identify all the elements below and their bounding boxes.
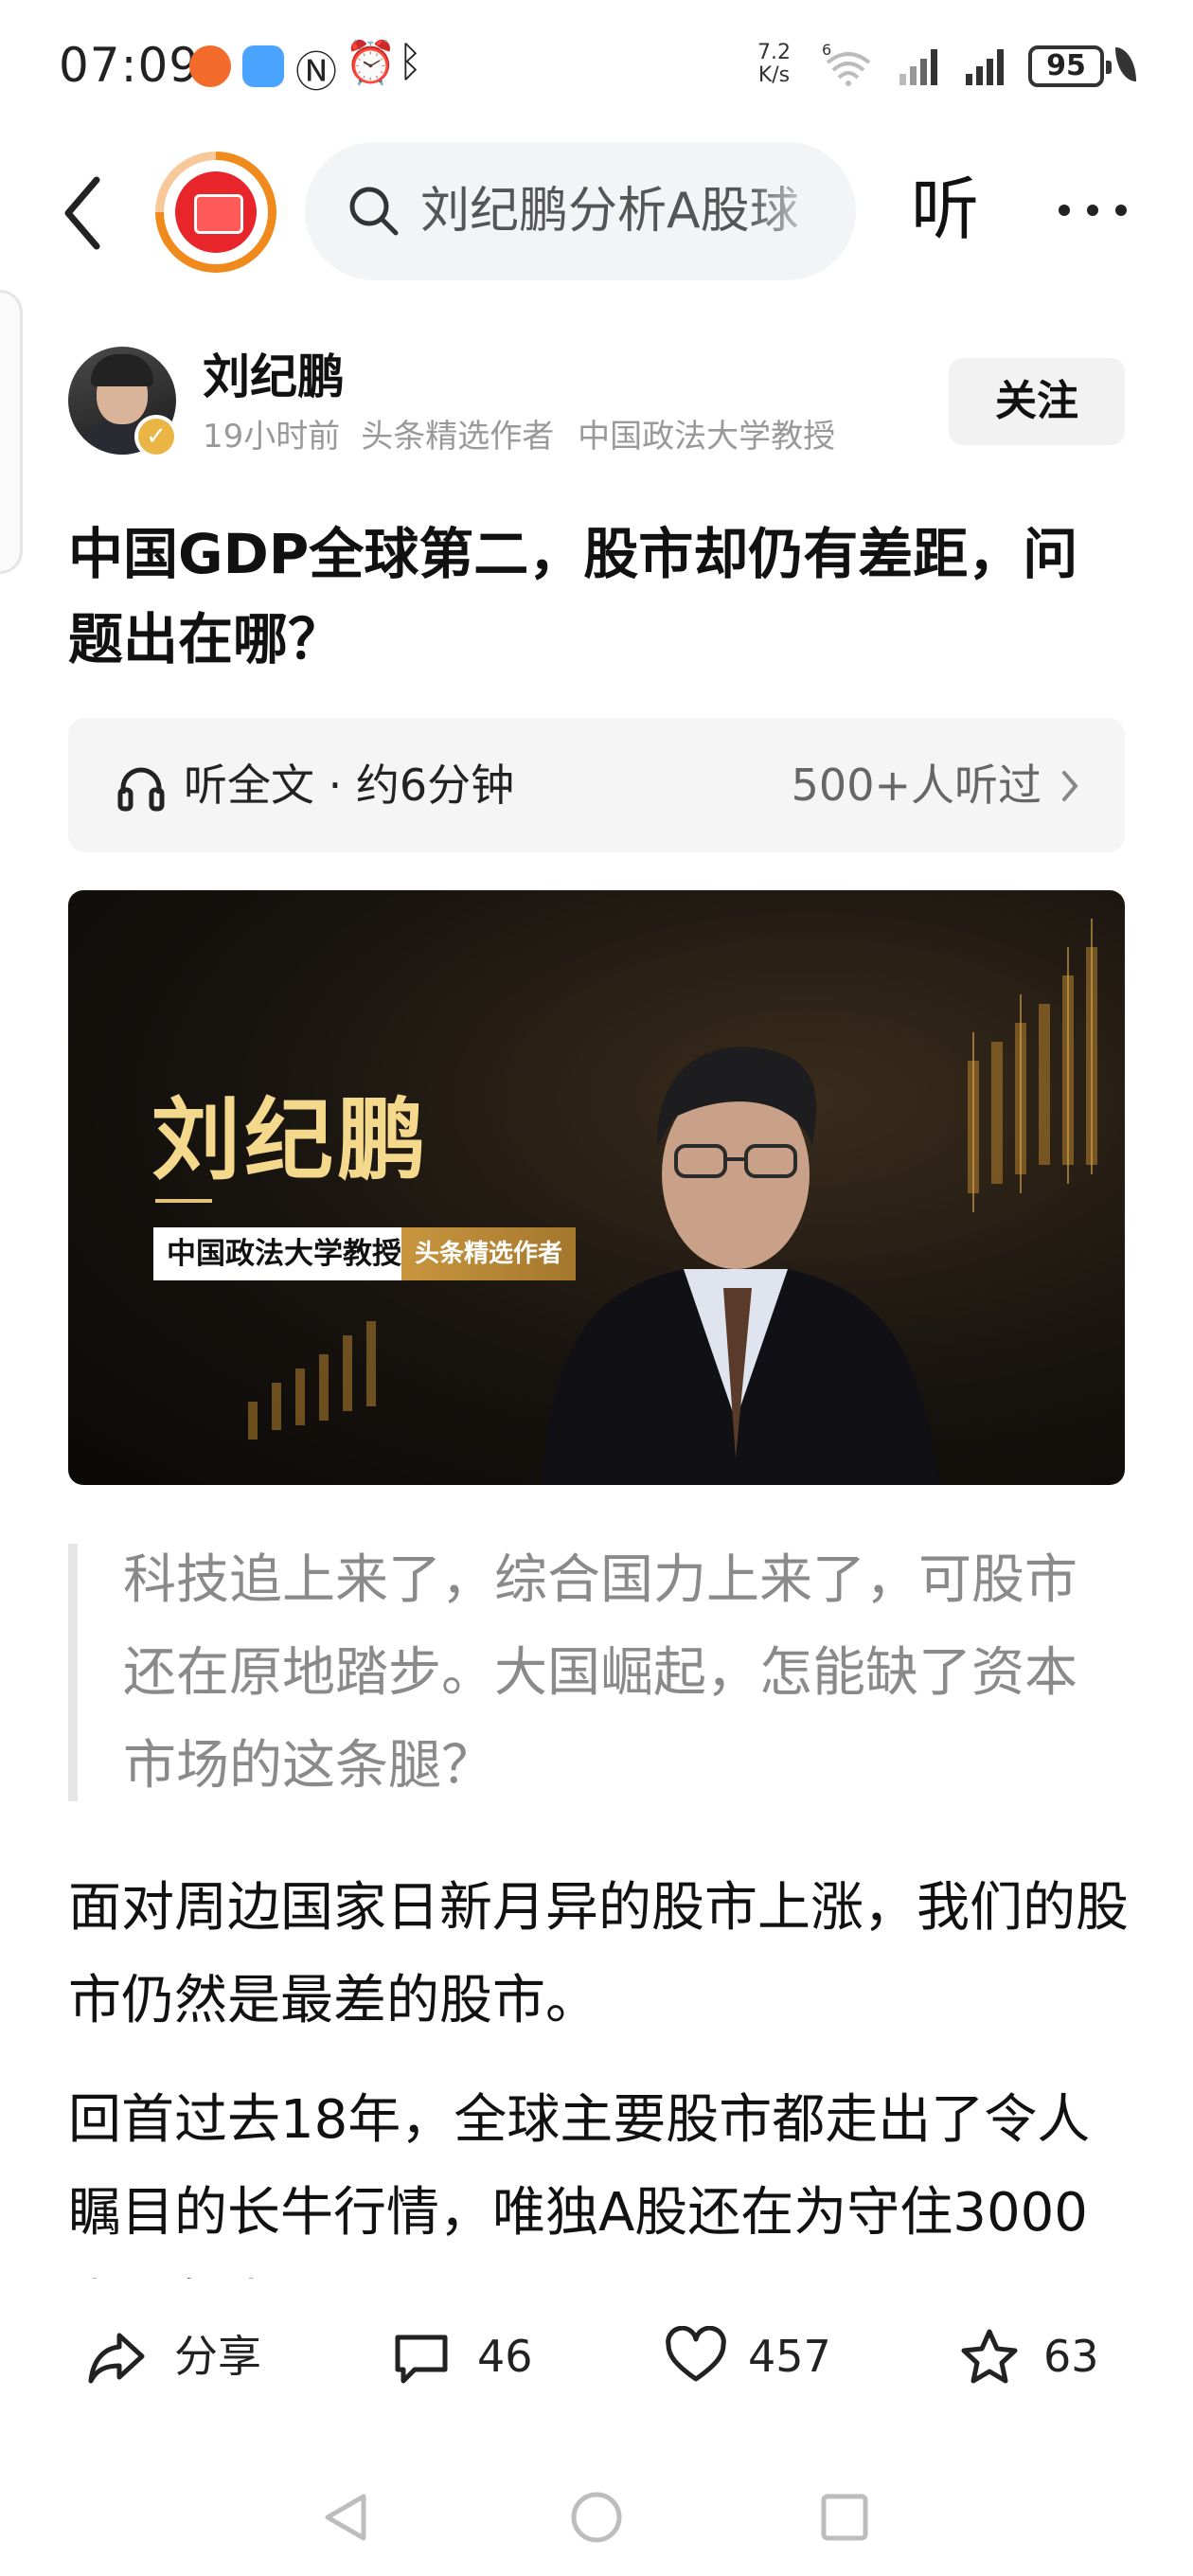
battery-indicator: 95 — [1028, 45, 1112, 87]
comment-count: 46 — [477, 2331, 533, 2382]
red-envelope-icon — [175, 171, 257, 253]
like-count: 457 — [748, 2331, 831, 2382]
chevron-left-icon[interactable] — [55, 170, 112, 256]
cover-name: 刘纪鹏 — [151, 1089, 431, 1192]
bluetooth-icon: ᛒ — [398, 38, 423, 86]
network-speed-unit: K/s — [757, 63, 791, 87]
bottom-action-bar: 分享 46 457 63 — [0, 2279, 1193, 2459]
article-paragraph: 回首过去18年，全球主要股市都走出了令人瞩目的长牛行情，唯独A股还在为守住300… — [68, 2089, 1091, 2279]
share-label: 分享 — [174, 2331, 261, 2382]
wifi-icon: 6 — [822, 42, 871, 86]
side-edge-handle[interactable] — [0, 290, 23, 574]
network-speed: 7.2 K/s — [757, 42, 791, 87]
listen-full-text-bar[interactable]: 听全文 · 约6分钟 500+人听过 — [68, 718, 1125, 852]
listen-button[interactable]: 听 — [911, 167, 979, 252]
quote-bar — [68, 1544, 78, 1801]
author-name[interactable]: 刘纪鹏 — [203, 347, 345, 407]
post-time: 19小时前 — [203, 418, 341, 456]
listen-full-text-label: 听全文 · 约6分钟 — [184, 760, 515, 811]
network-speed-value: 7.2 — [757, 41, 791, 64]
status-bar: 07:09 Ⓝ ⏰ ᛒ 7.2 K/s 6 95 — [0, 0, 1193, 142]
favorite-count: 63 — [1043, 2331, 1099, 2382]
nav-back-icon[interactable] — [325, 2494, 366, 2541]
app-logo[interactable] — [155, 152, 276, 273]
star-icon — [961, 2329, 1018, 2384]
nav-recents-icon[interactable] — [821, 2494, 868, 2541]
search-bar[interactable]: 刘纪鹏分析A股球 — [305, 142, 856, 280]
article-cover-image[interactable]: 刘纪鹏 中国政法大学教授 头条精选作者 — [68, 890, 1125, 1485]
comment-button[interactable]: 46 — [390, 2320, 551, 2396]
signal-sim1-icon — [899, 49, 937, 85]
favorite-button[interactable]: 63 — [958, 2320, 1119, 2396]
author-role: 头条精选作者 — [361, 418, 555, 456]
like-button[interactable]: 457 — [665, 2320, 845, 2396]
headphone-icon — [117, 767, 165, 812]
author-meta: 19小时前 头条精选作者 中国政法大学教授 — [203, 415, 835, 458]
notification-app-icon — [189, 45, 231, 87]
notification-robot-icon — [242, 45, 284, 87]
article-paragraph: 面对周边国家日新月异的股市上涨，我们的股市仍然是最差的股市。 — [68, 1877, 1129, 2031]
alarm-icon: ⏰ — [345, 39, 397, 87]
more-dots-icon[interactable] — [1055, 186, 1131, 233]
heart-icon — [666, 2326, 726, 2382]
share-arrow-icon — [88, 2333, 145, 2384]
cover-title-tag: 中国政法大学教授 — [153, 1227, 415, 1280]
comment-bubble-icon — [395, 2334, 448, 2384]
power-saving-icon — [1115, 47, 1136, 81]
search-input[interactable]: 刘纪鹏分析A股球 — [420, 178, 828, 244]
author-title: 中国政法大学教授 — [578, 418, 836, 456]
article-quote: 科技追上来了，综合国力上来了，可股市还在原地踏步。大国崛起，怎能缺了资本市场的这… — [123, 1549, 1077, 1797]
article-title: 中国GDP全球第二，股市却仍有差距，问题出在哪？ — [68, 522, 1078, 671]
cover-divider — [155, 1199, 212, 1203]
follow-button[interactable]: 关注 — [949, 358, 1125, 445]
listen-count: 500+人听过 — [791, 760, 1042, 811]
verified-badge: ✓ — [134, 415, 178, 458]
verified-check-icon: ✓ — [138, 419, 174, 455]
cover-role-tag: 头条精选作者 — [401, 1227, 577, 1280]
nav-home-icon[interactable] — [571, 2492, 622, 2543]
search-icon — [349, 187, 399, 236]
wifi-sub-label: 6 — [822, 42, 831, 59]
chevron-right-icon — [1062, 771, 1078, 801]
signal-sim2-icon — [966, 49, 1004, 85]
system-navigation-bar — [325, 2492, 868, 2543]
share-button[interactable]: 分享 — [85, 2320, 265, 2396]
nfc-icon: Ⓝ — [295, 48, 337, 97]
status-time: 07:09 — [59, 38, 201, 93]
